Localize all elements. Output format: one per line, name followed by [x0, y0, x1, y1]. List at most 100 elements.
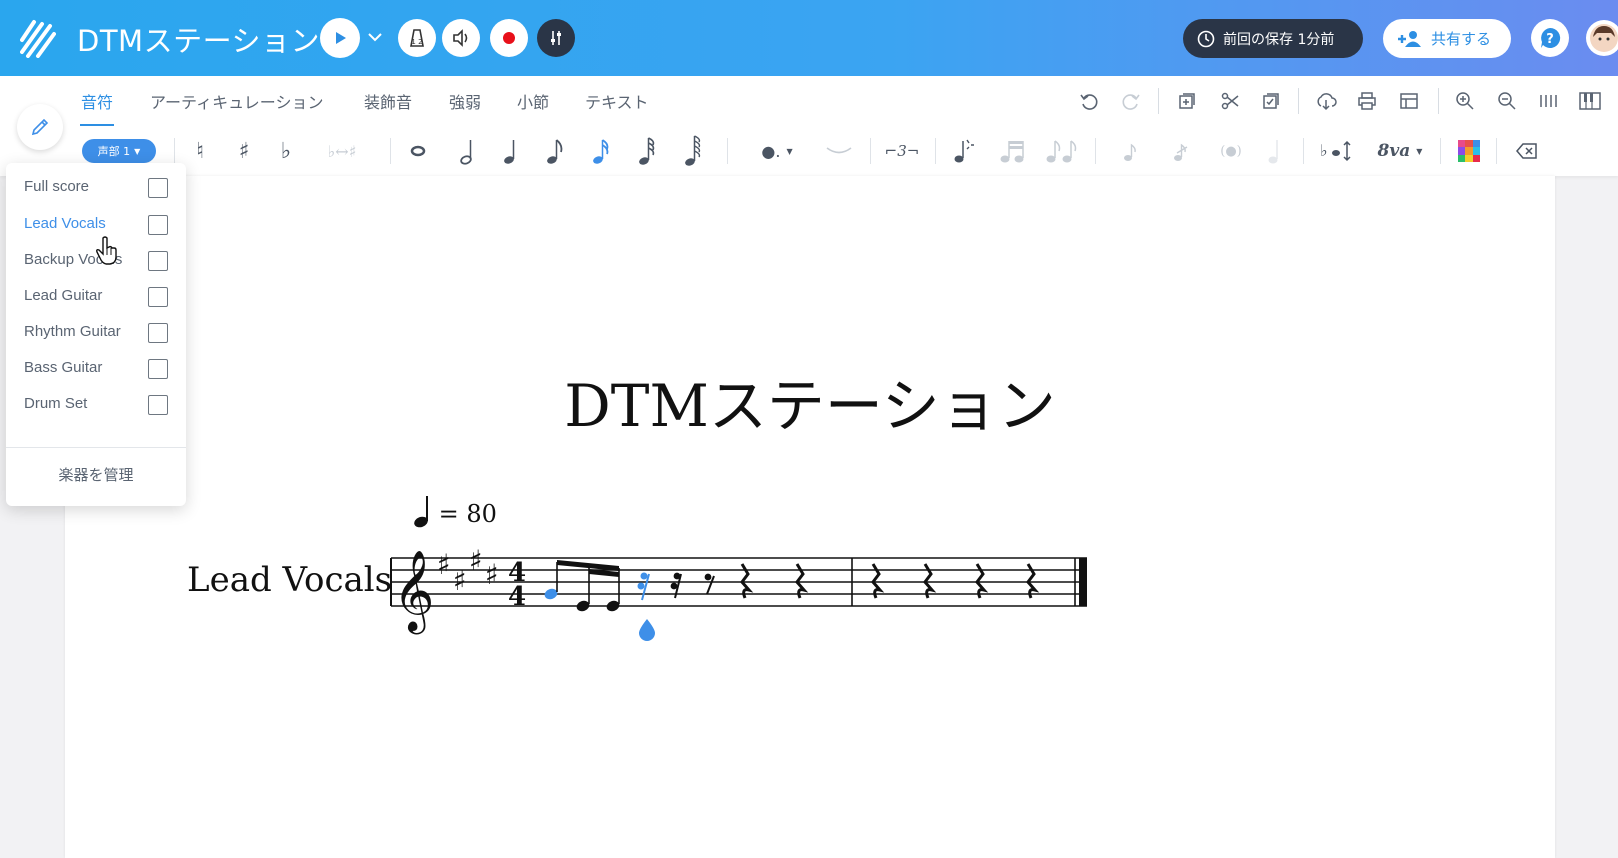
layout-button[interactable] [1396, 88, 1422, 114]
treble-clef-icon[interactable]: 𝄞 [393, 549, 434, 634]
ghost-note-button[interactable] [1262, 137, 1288, 165]
quarter-rest[interactable] [923, 563, 937, 599]
sharp-button[interactable]: ♯ [234, 137, 254, 165]
note-input-mode-button[interactable] [17, 104, 63, 150]
playback-sound-button[interactable] [442, 19, 480, 57]
menu-item-rhythm-guitar[interactable]: Rhythm Guitar [24, 323, 121, 340]
quarter-note-button[interactable] [498, 137, 524, 165]
toolbar-divider [1438, 88, 1439, 114]
tab-ornaments[interactable]: 装飾音 [364, 89, 412, 113]
natural-button[interactable]: ♮ [190, 137, 210, 165]
manage-instruments-button[interactable]: 楽器を管理 [6, 464, 186, 485]
menu-item-drum-set[interactable]: Drum Set [24, 395, 87, 412]
hand-pointer-cursor-icon [96, 236, 117, 265]
export-button[interactable] [1313, 88, 1339, 114]
zoom-in-button[interactable] [1452, 88, 1478, 114]
quarter-rest[interactable] [871, 563, 885, 599]
grace-note-button[interactable] [951, 137, 977, 165]
cut-button[interactable] [1217, 88, 1243, 114]
menu-item-lead-vocals[interactable]: Lead Vocals [24, 215, 106, 232]
app-logo-icon[interactable] [20, 18, 56, 58]
tab-notes[interactable]: 音符 [81, 89, 113, 113]
eighth-rest[interactable] [704, 573, 715, 595]
tab-text[interactable]: テキスト [585, 89, 649, 113]
voice-selector[interactable]: 声部 1 ▼ [82, 139, 156, 163]
beam-button[interactable] [998, 137, 1028, 165]
play-button[interactable] [320, 18, 360, 58]
transpose-button[interactable]: ♭ [1318, 137, 1354, 165]
thirty-second-note-icon [639, 137, 655, 165]
svg-text:♭: ♭ [1320, 141, 1328, 160]
menu-item-full-score[interactable]: Full score [24, 178, 89, 195]
play-options-chevron-icon[interactable] [367, 31, 383, 43]
app-title[interactable]: DTMステーション [77, 18, 320, 60]
delete-button[interactable] [1514, 137, 1540, 165]
checkbox-lead-vocals[interactable] [148, 215, 168, 235]
color-button[interactable] [1456, 137, 1482, 165]
quarter-rest[interactable] [1026, 563, 1040, 599]
checkbox-full-score[interactable] [148, 178, 168, 198]
keyboard-button[interactable] [1577, 88, 1603, 114]
quarter-rest[interactable] [975, 563, 989, 599]
share-button[interactable]: 共有する [1383, 19, 1511, 58]
metronome-count-in-button[interactable]: 1 2 [398, 19, 436, 57]
sixty-fourth-note-button[interactable] [680, 135, 706, 166]
tuplet-button[interactable]: ⌐3¬ [884, 137, 920, 165]
print-button[interactable] [1354, 88, 1380, 114]
sixteenth-note-button[interactable] [588, 137, 614, 165]
cue-note-button[interactable] [1118, 137, 1144, 165]
sixteenth-rest-selected[interactable] [637, 572, 650, 601]
zoom-out-icon [1498, 92, 1516, 110]
tab-dynamics[interactable]: 強弱 [449, 89, 481, 113]
quarter-rest[interactable] [795, 563, 809, 599]
tab-measures[interactable]: 小節 [517, 89, 549, 113]
record-button[interactable] [490, 19, 528, 57]
add-measure-button[interactable] [1174, 88, 1200, 114]
checkbox-lead-guitar[interactable] [148, 287, 168, 307]
triplet-icon: ⌐3¬ [884, 142, 920, 160]
tie-button[interactable] [824, 137, 854, 165]
staff[interactable]: 𝄞 ♯ ♯ ♯ ♯ 4 4 [385, 526, 1105, 656]
redo-button[interactable] [1118, 88, 1144, 114]
mixer-button[interactable] [537, 19, 575, 57]
user-avatar[interactable] [1586, 20, 1618, 56]
parenthesis-button[interactable]: (●) [1218, 137, 1244, 165]
score-page[interactable]: DTMステーション = 80 Lead Vocals 𝄞 ♯ ♯ ♯ ♯ 4 4 [65, 176, 1555, 858]
toolbar-divider [870, 138, 871, 164]
tempo-marking[interactable]: = 80 [413, 494, 497, 528]
checkbox-rhythm-guitar[interactable] [148, 323, 168, 343]
tab-articulations[interactable]: アーティキュレーション [150, 89, 323, 113]
toolbar-divider [1095, 138, 1096, 164]
checkbox-bass-guitar[interactable] [148, 359, 168, 379]
zoom-out-button[interactable] [1494, 88, 1520, 114]
tempo-value: = 80 [438, 500, 497, 528]
parenthesis-note-icon: (●) [1220, 143, 1242, 159]
menu-item-bass-guitar[interactable]: Bass Guitar [24, 359, 102, 376]
time-signature[interactable]: 4 4 [508, 558, 526, 612]
slash-grace-button[interactable] [1168, 137, 1194, 165]
play-icon [336, 32, 346, 44]
half-note-button[interactable] [455, 137, 481, 165]
whole-note-button[interactable] [405, 137, 431, 165]
dot-button[interactable]: ●. ▼ [760, 137, 794, 165]
eighth-note-button[interactable] [542, 137, 568, 165]
menu-item-lead-guitar[interactable]: Lead Guitar [24, 287, 102, 304]
help-button[interactable]: ? [1531, 19, 1569, 57]
enharmonic-button[interactable]: ♭↔♯ [318, 137, 366, 165]
flat-button[interactable]: ♭ [276, 137, 296, 165]
paste-button[interactable] [1258, 88, 1284, 114]
save-status-button[interactable]: 前回の保存 1分前 [1183, 19, 1363, 58]
checkbox-backup-vocals[interactable] [148, 251, 168, 271]
quarter-rest[interactable] [740, 563, 754, 599]
score-title[interactable]: DTMステーション [65, 359, 1555, 443]
unbeam-button[interactable] [1044, 137, 1078, 165]
part-name-label[interactable]: Lead Vocals [187, 560, 392, 600]
menu-divider [6, 447, 186, 448]
toolbar-divider [390, 138, 391, 164]
undo-button[interactable] [1076, 88, 1102, 114]
view-mode-button[interactable] [1535, 88, 1561, 114]
octave-line-button[interactable]: 8va ▼ [1376, 137, 1424, 165]
thirty-second-note-button[interactable] [634, 137, 660, 165]
checkbox-drum-set[interactable] [148, 395, 168, 415]
tie-icon [826, 147, 852, 154]
